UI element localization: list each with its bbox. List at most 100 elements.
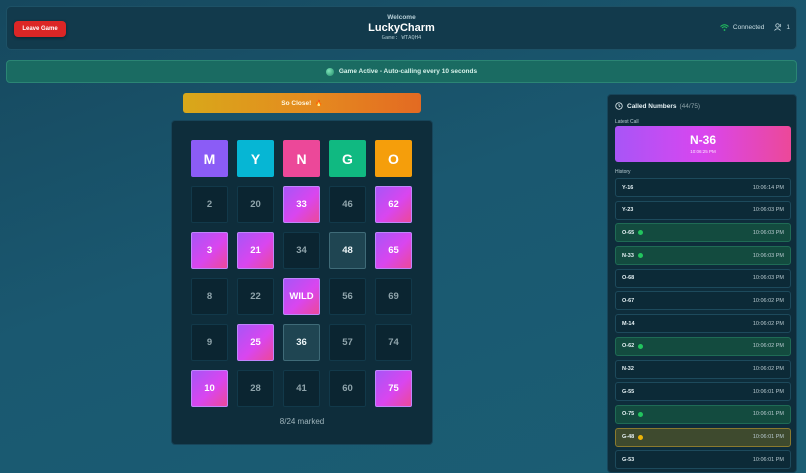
bingo-cell[interactable]: 33 (283, 186, 320, 223)
history-time: 10:06:03 PM (752, 207, 784, 214)
called-numbers-panel: Called Numbers (44/75) Latest Call N-36 … (607, 94, 797, 473)
latest-call-time: 10:06:25 PM (690, 149, 716, 154)
so-close-banner: So Close! 🔥 (183, 93, 421, 113)
history-time: 10:06:01 PM (752, 434, 784, 441)
history-time: 10:06:01 PM (752, 456, 784, 463)
bingo-cell[interactable]: 28 (237, 370, 274, 407)
history-time: 10:06:03 PM (752, 252, 784, 259)
status-dot-icon (638, 343, 644, 349)
status-dot-icon (638, 434, 644, 440)
history-time: 10:06:03 PM (752, 275, 784, 282)
history-time: 10:06:14 PM (752, 184, 784, 191)
history-item: O-65 10:06:03 PM (615, 223, 791, 243)
history-item: O-68 10:06:03 PM (615, 268, 791, 288)
column-header-y: Y (237, 140, 274, 177)
status-dot-icon (637, 253, 643, 259)
history-time: 10:06:02 PM (752, 297, 784, 304)
called-numbers-header: Called Numbers (44/75) (615, 102, 700, 110)
history-item: M-14 10:06:02 PM (615, 314, 791, 334)
bingo-cell[interactable]: 48 (329, 232, 366, 269)
fire-icon: 🔥 (315, 100, 323, 107)
status-dot-icon (638, 230, 644, 236)
bingo-cell[interactable]: 3 (191, 232, 228, 269)
history-item: Y-16 10:06:14 PM (615, 178, 791, 197)
header-center: Welcome LuckyCharm Game: WTAQH4 (7, 14, 796, 41)
history-time: 10:06:02 PM (752, 366, 784, 372)
bingo-cell[interactable]: 62 (375, 186, 412, 223)
wifi-icon (720, 23, 729, 31)
bingo-cell[interactable]: 2 (191, 186, 228, 223)
history-time: 10:06:01 PM (752, 388, 784, 395)
bingo-cell[interactable]: 36 (283, 324, 320, 361)
history-number: Y-23 (622, 207, 634, 214)
history-number: O-67 (622, 297, 635, 304)
history-number: O-62 (622, 343, 635, 350)
player-name: LuckyCharm (368, 22, 435, 34)
called-numbers-title: Called Numbers (627, 102, 677, 110)
top-header: Leave Game Welcome LuckyCharm Game: WTAQ… (6, 6, 797, 50)
game-code: Game: WTAQH4 (381, 35, 422, 41)
bingo-cell[interactable]: 69 (375, 278, 412, 315)
connection-status: Connected 1 (720, 23, 790, 31)
history-number: M-14 (622, 320, 635, 327)
player-count: 1 (786, 23, 790, 31)
history-item: O-62 10:06:02 PM (615, 336, 791, 356)
called-count: (44/75) (679, 102, 701, 110)
bingo-grid: M Y N G O 2 20 33 46 62 3 21 34 48 65 8 22 WILD 56 69 9 25 36 5… (191, 140, 412, 407)
history-number: N-33 (622, 252, 634, 259)
history-item: Y-23 10:06:03 PM (615, 200, 791, 220)
history-item: G-55 10:06:01 PM (615, 382, 791, 402)
marked-count: 8/24 marked (279, 417, 325, 426)
globe-icon (325, 67, 334, 76)
history-item: N-32 10:06:02 PM (615, 359, 791, 379)
bingo-cell[interactable]: 9 (191, 324, 228, 361)
history-number: O-65 (622, 229, 635, 236)
bingo-cell[interactable]: 57 (329, 324, 366, 361)
bingo-cell[interactable]: 75 (375, 370, 412, 407)
banner-text: So Close! (281, 99, 312, 107)
bingo-cell[interactable]: 41 (283, 370, 320, 407)
history-label: History (615, 169, 631, 175)
column-header-g: G (329, 140, 366, 177)
history-time: 10:06:02 PM (752, 343, 784, 350)
history-number: G-55 (622, 388, 635, 395)
game-status-bar: Game Active - Auto-calling every 10 seco… (6, 60, 797, 83)
history-number: N-32 (622, 366, 634, 372)
bingo-cell[interactable]: 21 (237, 232, 274, 269)
bingo-cell[interactable]: 65 (375, 232, 412, 269)
history-item: G-48 10:06:01 PM (615, 427, 791, 447)
latest-call-label: Latest Call (615, 119, 639, 125)
bingo-cell[interactable]: 22 (237, 278, 274, 315)
latest-call-box: N-36 10:06:25 PM (615, 126, 791, 162)
column-header-n: N (283, 140, 320, 177)
history-item: N-33 10:06:03 PM (615, 246, 791, 266)
bingo-cell[interactable]: 60 (329, 370, 366, 407)
history-item: O-67 10:06:02 PM (615, 291, 791, 311)
history-number: Y-16 (622, 184, 634, 191)
history-time: 10:06:02 PM (752, 320, 784, 327)
column-header-o: O (375, 140, 412, 177)
users-icon (774, 23, 783, 31)
history-time: 10:06:01 PM (752, 411, 784, 418)
bingo-cell[interactable]: 34 (283, 232, 320, 269)
game-status-text: Game Active - Auto-calling every 10 seco… (338, 68, 478, 75)
history-number: G-53 (622, 456, 635, 463)
history-list: Y-16 10:06:14 PM Y-23 10:06:03 PM O-65 10:06:… (615, 178, 791, 472)
bingo-cell[interactable]: 8 (191, 278, 228, 315)
bingo-cell[interactable]: 10 (191, 370, 228, 407)
connection-label: Connected (732, 23, 765, 31)
bingo-cell[interactable]: 56 (329, 278, 366, 315)
bingo-cell[interactable]: 74 (375, 324, 412, 361)
clock-icon (615, 102, 623, 110)
bingo-cell[interactable]: 20 (237, 186, 274, 223)
bingo-cell[interactable]: WILD (283, 278, 320, 315)
history-item: O-75 10:06:01 PM (615, 404, 791, 424)
status-dot-icon (638, 411, 644, 417)
history-time: 10:06:03 PM (752, 229, 784, 236)
latest-call-number: N-36 (689, 133, 716, 147)
bingo-cell[interactable]: 46 (329, 186, 366, 223)
history-number: O-68 (622, 275, 635, 282)
bingo-card: M Y N G O 2 20 33 46 62 3 21 34 48 65 8 22 WILD 56 69 9 25 36 5… (171, 120, 433, 445)
bingo-cell[interactable]: 25 (237, 324, 274, 361)
history-number: O-75 (622, 411, 635, 418)
